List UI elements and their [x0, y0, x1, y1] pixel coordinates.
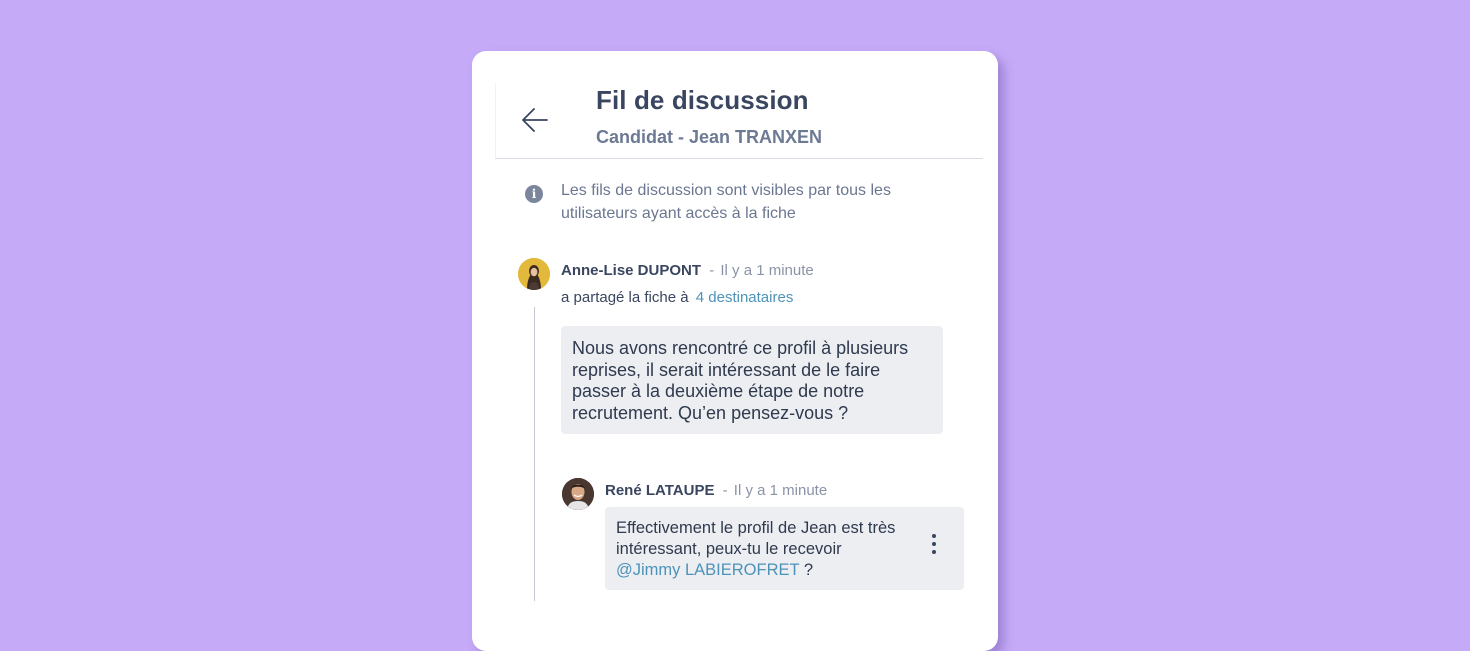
info-icon: i: [525, 185, 543, 203]
thread-connector: [534, 307, 535, 601]
mention-link[interactable]: @Jimmy LABIEROFRET: [616, 561, 799, 579]
message-header: Anne-Lise DUPONT - Il y a 1 minute: [561, 262, 814, 279]
reply-text: Effectivement le profil de Jean est très…: [616, 519, 896, 558]
discussion-panel: Fil de discussion Candidat - Jean TRANXE…: [472, 51, 998, 651]
avatar[interactable]: [562, 478, 594, 510]
user-photo-icon: [518, 258, 550, 290]
more-vertical-icon[interactable]: [930, 534, 938, 554]
author-name[interactable]: Anne-Lise DUPONT: [561, 262, 701, 279]
page-subtitle: Candidat - Jean TRANXEN: [596, 127, 823, 147]
reply-bubble: Effectivement le profil de Jean est très…: [605, 507, 964, 590]
avatar[interactable]: [518, 258, 550, 290]
time-separator: -: [709, 262, 715, 279]
panel-header: Fil de discussion Candidat - Jean TRANXE…: [495, 83, 983, 159]
timestamp: Il y a 1 minute: [720, 262, 814, 279]
page-title: Fil de discussion: [596, 85, 809, 115]
recipients-link[interactable]: 4 destinataires: [696, 289, 794, 306]
reply-text-end: ?: [799, 561, 814, 579]
time-separator: -: [722, 482, 728, 499]
timestamp: Il y a 1 minute: [733, 482, 828, 499]
back-button[interactable]: [520, 103, 550, 137]
arrow-left-icon: [522, 108, 548, 132]
share-info: a partagé la fiche à 4 destinataires: [561, 289, 793, 306]
reply-header: René LATAUPE - Il y a 1 minute: [605, 482, 827, 499]
user-photo-icon: [562, 478, 594, 510]
author-name[interactable]: René LATAUPE: [605, 482, 714, 499]
message-bubble: Nous avons rencontré ce profil à plusieu…: [561, 326, 943, 434]
info-notice: Les fils de discussion sont visibles par…: [561, 182, 891, 222]
share-action: a partagé la fiche à: [561, 289, 689, 306]
